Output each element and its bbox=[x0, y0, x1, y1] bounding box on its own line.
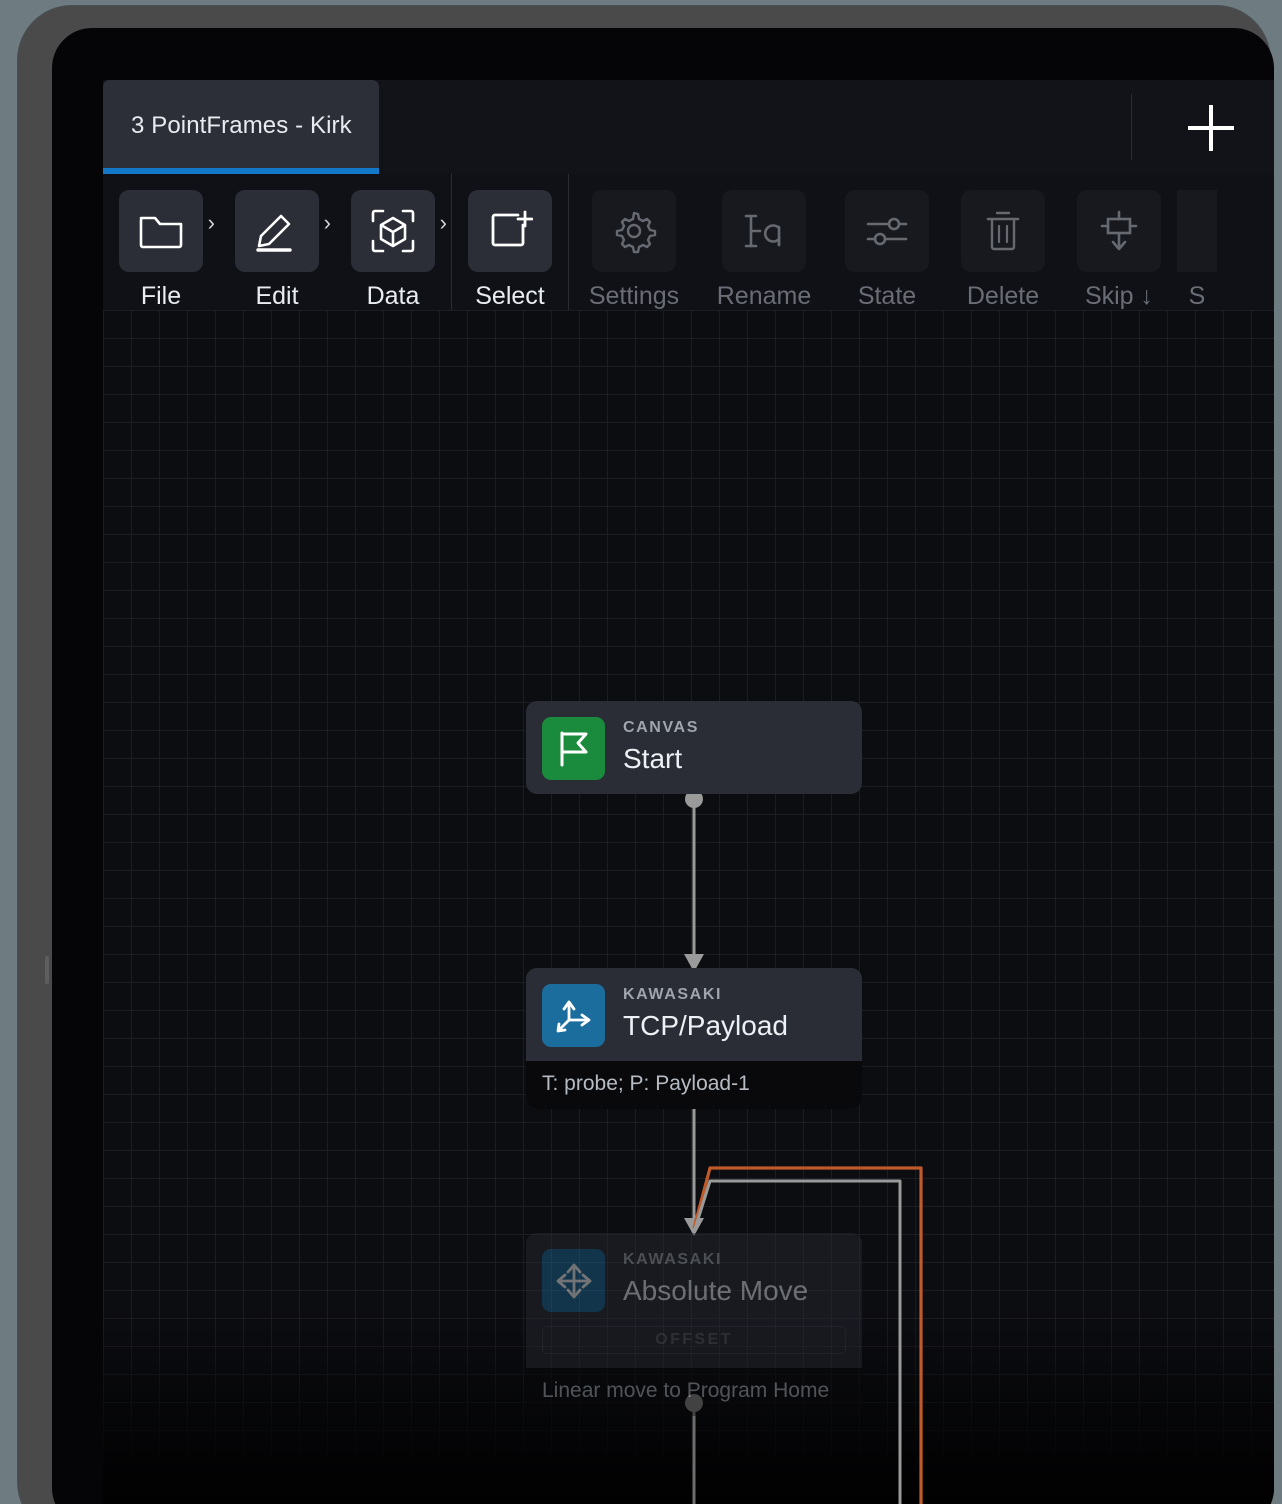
cube-scan-icon bbox=[371, 209, 415, 253]
edge-tcp-to-move bbox=[684, 1089, 704, 1236]
chevron-right-icon: › bbox=[207, 210, 215, 235]
device-screen: 3 PointFrames - Kirk › File › Edit › Dat… bbox=[52, 28, 1274, 1504]
tab-bar: 3 PointFrames - Kirk bbox=[103, 80, 1274, 174]
chevron-right-icon: › bbox=[439, 210, 447, 235]
sliders-icon bbox=[866, 217, 908, 246]
toolbar-label-file: File bbox=[140, 282, 182, 310]
node-absolute-move[interactable]: KAWASAKI Absolute Move OFFSET Linear mov… bbox=[526, 1233, 862, 1416]
toolbar-item-data[interactable]: › Data bbox=[335, 174, 451, 310]
toolbar-item-edit[interactable]: › Edit bbox=[219, 174, 335, 310]
node-tcp-body: KAWASAKI TCP/Payload bbox=[526, 968, 862, 1061]
delete-tile bbox=[961, 190, 1045, 272]
screenshot-root: 3 PointFrames - Kirk › File › Edit › Dat… bbox=[0, 0, 1282, 1504]
axes-icon bbox=[556, 1000, 590, 1032]
text-rename-icon bbox=[744, 214, 781, 248]
node-move-text: KAWASAKI Absolute Move bbox=[623, 1249, 808, 1307]
edit-tile bbox=[235, 190, 319, 272]
folder-icon bbox=[139, 216, 183, 249]
tab-project-active[interactable]: 3 PointFrames - Kirk bbox=[103, 80, 379, 174]
toolbar-item-file[interactable]: › File bbox=[103, 174, 219, 310]
toolbar-item-overflow[interactable]: S bbox=[1177, 174, 1217, 310]
node-tcp-footer: T: probe; P: Payload-1 bbox=[526, 1061, 862, 1109]
node-start-title: Start bbox=[623, 743, 683, 774]
pencil-icon bbox=[256, 214, 292, 252]
toolbar-item-delete[interactable]: Delete bbox=[945, 174, 1061, 310]
add-tab-button[interactable] bbox=[1159, 90, 1263, 164]
node-tcp-vendor: KAWASAKI bbox=[623, 986, 723, 1003]
node-move-icon-tile bbox=[542, 1249, 605, 1312]
toolbar-label-skip: Skip ↓ bbox=[1084, 282, 1154, 310]
trash-icon bbox=[986, 211, 1020, 251]
chevron-right-icon: › bbox=[323, 210, 331, 235]
toolbar-item-select[interactable]: Select bbox=[452, 174, 568, 310]
overflow-tile bbox=[1177, 190, 1217, 272]
toolbar-label-edit: Edit bbox=[255, 282, 299, 310]
node-start[interactable]: CANVAS Start bbox=[526, 701, 862, 794]
toolbar-label-rename: Rename bbox=[716, 282, 812, 310]
bezel-notch bbox=[45, 956, 49, 984]
select-plus-icon bbox=[491, 210, 533, 247]
device-frame: 3 PointFrames - Kirk › File › Edit › Dat… bbox=[18, 6, 1274, 1504]
node-move-body: KAWASAKI Absolute Move bbox=[526, 1233, 862, 1326]
flag-icon bbox=[560, 731, 587, 766]
skip-down-icon bbox=[1100, 210, 1138, 251]
toolbar-label-overflow: S bbox=[1188, 282, 1206, 310]
node-tcp-title: TCP/Payload bbox=[623, 1010, 788, 1041]
toolbar-item-rename[interactable]: Rename bbox=[699, 174, 829, 310]
plus-icon-vertical bbox=[1209, 105, 1213, 151]
node-start-text: CANVAS Start bbox=[623, 717, 699, 775]
toolbar-label-state: State bbox=[857, 282, 917, 310]
move-arrows-icon bbox=[556, 1263, 591, 1298]
state-tile bbox=[845, 190, 929, 272]
toolbar-label-settings: Settings bbox=[588, 282, 680, 310]
node-move-chip-row: OFFSET bbox=[526, 1326, 862, 1368]
tab-label: 3 PointFrames - Kirk bbox=[131, 112, 352, 139]
file-tile bbox=[119, 190, 203, 272]
node-move-offset-chip[interactable]: OFFSET bbox=[542, 1326, 846, 1354]
toolbar-label-select: Select bbox=[475, 282, 545, 310]
toolbar-item-settings[interactable]: Settings bbox=[569, 174, 699, 310]
skip-tile bbox=[1077, 190, 1161, 272]
node-tcp-icon-tile bbox=[542, 984, 605, 1047]
toolbar-label-data: Data bbox=[366, 282, 420, 310]
toolbar-label-delete: Delete bbox=[966, 282, 1040, 310]
rename-tile bbox=[722, 190, 806, 272]
select-tile bbox=[468, 190, 552, 272]
data-tile bbox=[351, 190, 435, 272]
node-start-icon-tile bbox=[542, 717, 605, 780]
toolbar-item-state[interactable]: State bbox=[829, 174, 945, 310]
node-move-footer: Linear move to Program Home bbox=[526, 1368, 862, 1416]
flow-canvas[interactable]: CANVAS Start KAWASAKI TCP/Payload T: pro… bbox=[103, 310, 1274, 1504]
toolbar-item-skip[interactable]: Skip ↓ bbox=[1061, 174, 1177, 310]
node-tcp-payload[interactable]: KAWASAKI TCP/Payload T: probe; P: Payloa… bbox=[526, 968, 862, 1109]
edge-start-to-tcp bbox=[684, 790, 704, 972]
settings-tile bbox=[592, 190, 676, 272]
gear-icon bbox=[615, 211, 657, 254]
node-start-body: CANVAS Start bbox=[526, 701, 862, 794]
node-move-vendor: KAWASAKI bbox=[623, 1251, 723, 1268]
main-toolbar: › File › Edit › Data Select Settings Ren… bbox=[103, 174, 1274, 310]
node-tcp-text: KAWASAKI TCP/Payload bbox=[623, 984, 788, 1042]
tab-divider bbox=[1131, 94, 1132, 160]
node-start-vendor: CANVAS bbox=[623, 719, 699, 736]
node-move-title: Absolute Move bbox=[623, 1275, 809, 1306]
